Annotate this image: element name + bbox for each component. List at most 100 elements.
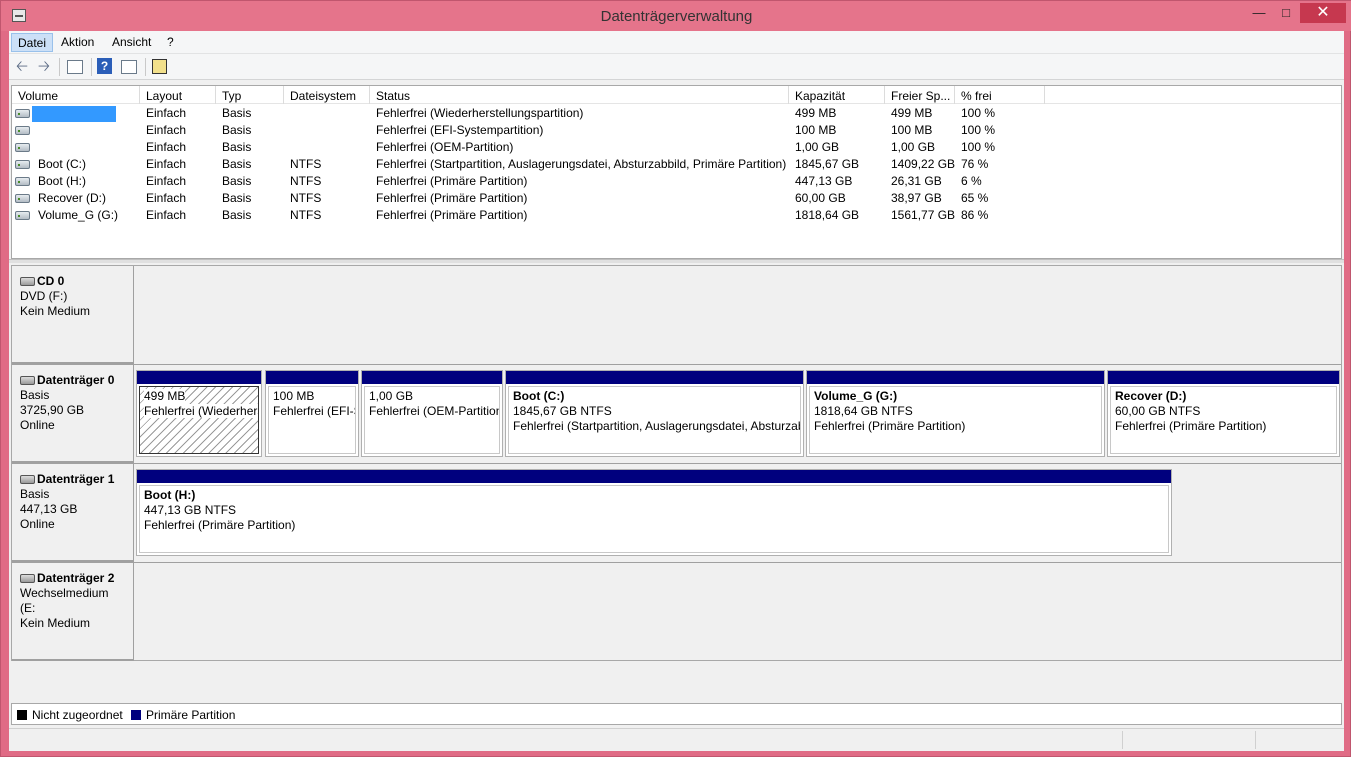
client-area: Datei Aktion Ansicht ? 🡠 🡢 ? Volume Layo… <box>9 31 1344 751</box>
volume-icon <box>15 143 30 152</box>
disk-label-d1[interactable]: Datenträger 1 Basis 447,13 GB Online <box>12 464 134 562</box>
disk-name: CD 0 <box>37 274 65 288</box>
cell-kapazitaet: 1818,64 GB <box>795 208 860 222</box>
volume-icon <box>15 194 30 203</box>
table-row[interactable]: Boot (C:) Einfach Basis NTFS Fehlerfrei (Sta… <box>12 156 1341 173</box>
column-header: Volume Layout Typ Dateisystem Status Kap… <box>12 86 1341 104</box>
disk-size: 3725,90 GB <box>20 403 85 417</box>
disk-label-d2[interactable]: Datenträger 2 Wechselmedium (E: Kein Med… <box>12 563 134 661</box>
cell-layout: Einfach <box>146 123 187 137</box>
cell-prozent-frei: 6 % <box>961 174 982 188</box>
cell-typ: Basis <box>222 140 252 154</box>
cell-typ: Basis <box>222 208 252 222</box>
minimize-button[interactable]: — <box>1246 3 1272 23</box>
hard-disk-icon <box>20 475 35 484</box>
hard-disk-icon <box>20 376 35 385</box>
cell-volume: Recover (D:) <box>38 191 107 205</box>
cell-layout: Einfach <box>146 140 187 154</box>
cell-status: Fehlerfrei (Startpartition, Auslagerungs… <box>376 157 787 171</box>
disk1-partitions: Boot (H:) 447,13 GB NTFS Fehlerfrei (Primä… <box>136 464 1176 560</box>
disk-type: DVD (F:) <box>20 289 68 303</box>
partition-volume-g[interactable]: Volume_G (G:) 1818,64 GB NTFS Fehlerfrei (… <box>806 370 1105 457</box>
close-button[interactable]: ✕ <box>1300 3 1346 23</box>
col-dateisystem[interactable]: Dateisystem <box>284 86 370 104</box>
cell-prozent-frei: 76 % <box>961 157 989 171</box>
maximize-button[interactable]: □ <box>1273 3 1299 23</box>
table-row[interactable]: Einfach Basis Fehlerfrei (Wiederherstellun… <box>12 105 1341 122</box>
cell-status: Fehlerfrei (Wiederherstellungspartition) <box>376 106 584 120</box>
menu-bar: Datei Aktion Ansicht ? <box>9 31 1344 53</box>
col-typ[interactable]: Typ <box>216 86 284 104</box>
menu-datei[interactable]: Datei <box>11 33 54 52</box>
cell-volume: Volume_G (G:) <box>38 208 119 222</box>
cell-typ: Basis <box>222 123 252 137</box>
volume-icon <box>15 160 30 169</box>
cell-dateisystem: NTFS <box>290 174 322 188</box>
col-volume[interactable]: Volume <box>12 86 140 104</box>
back-arrow-icon[interactable]: 🡠 <box>13 58 31 76</box>
cell-status: Fehlerfrei (Primäre Partition) <box>376 191 528 205</box>
title-bar[interactable]: Datenträgerverwaltung — □ ✕ <box>1 1 1351 31</box>
table-row[interactable]: Volume_G (G:) Einfach Basis NTFS Fehlerfrei … <box>12 207 1341 224</box>
cell-freier-speicher: 26,31 GB <box>891 174 942 188</box>
col-status[interactable]: Status <box>370 86 789 104</box>
menu-ansicht[interactable]: Ansicht <box>106 33 157 52</box>
settings-icon[interactable] <box>152 59 167 74</box>
disk-name: Datenträger 0 <box>37 373 115 387</box>
cell-volume: Boot (C:) <box>38 157 87 171</box>
table-row[interactable]: Boot (H:) Einfach Basis NTFS Fehlerfrei (Pri… <box>12 173 1341 190</box>
cell-typ: Basis <box>222 157 252 171</box>
legend-swatch-primary <box>131 710 141 720</box>
cell-status: Fehlerfrei (EFI-Systempartition) <box>376 123 544 137</box>
partition-recovery[interactable]: 499 MB Fehlerfrei (Wiederhers <box>136 370 262 457</box>
legend-unallocated: Nicht zugeordnet <box>32 708 123 722</box>
legend-swatch-unallocated <box>17 710 27 720</box>
cell-freier-speicher: 1,00 GB <box>891 140 936 154</box>
table-row[interactable]: Recover (D:) Einfach Basis NTFS Fehlerfrei (… <box>12 190 1341 207</box>
col-layout[interactable]: Layout <box>140 86 216 104</box>
disk-type: Wechselmedium (E: <box>20 586 109 615</box>
cell-freier-speicher: 499 MB <box>891 106 933 120</box>
cell-dateisystem: NTFS <box>290 191 322 205</box>
cell-freier-speicher: 1409,22 GB <box>891 157 955 171</box>
col-kapazitaet[interactable]: Kapazität <box>789 86 885 104</box>
properties-icon[interactable] <box>67 60 83 74</box>
forward-arrow-icon[interactable]: 🡢 <box>35 58 53 76</box>
cell-typ: Basis <box>222 174 252 188</box>
help-icon[interactable]: ? <box>97 58 112 74</box>
cell-prozent-frei: 100 % <box>961 106 996 120</box>
disk-status: Kein Medium <box>20 616 91 630</box>
col-freier-speicher[interactable]: Freier Sp... <box>885 86 955 104</box>
pane-splitter[interactable] <box>9 259 1344 263</box>
volume-list: Volume Layout Typ Dateisystem Status Kap… <box>11 85 1342 259</box>
cell-kapazitaet: 1,00 GB <box>795 140 840 154</box>
status-bar <box>9 728 1344 750</box>
cell-status: Fehlerfrei (Primäre Partition) <box>376 208 528 222</box>
menu-help[interactable]: ? <box>161 33 180 52</box>
table-row[interactable]: Einfach Basis Fehlerfrei (EFI-Systempartit… <box>12 122 1341 139</box>
volume-icon <box>15 109 30 118</box>
table-row[interactable]: Einfach Basis Fehlerfrei (OEM-Partition) 1,… <box>12 139 1341 156</box>
cell-prozent-frei: 100 % <box>961 140 996 154</box>
cell-dateisystem <box>284 123 370 139</box>
cell-typ: Basis <box>222 106 252 120</box>
menu-aktion[interactable]: Aktion <box>55 33 100 52</box>
disk-label-d0[interactable]: Datenträger 0 Basis 3725,90 GB Online <box>12 365 134 463</box>
cell-volume <box>32 123 140 139</box>
partition-oem[interactable]: 1,00 GB Fehlerfrei (OEM-Partition <box>361 370 503 457</box>
partition-efi[interactable]: 100 MB Fehlerfrei (EFI-S <box>265 370 359 457</box>
partition-boot-h[interactable]: Boot (H:) 447,13 GB NTFS Fehlerfrei (Primä… <box>136 469 1172 556</box>
partition-boot-c[interactable]: Boot (C:) 1845,67 GB NTFS Fehlerfrei (Star… <box>505 370 804 457</box>
toolbar: 🡠 🡢 ? <box>9 53 1344 80</box>
removable-drive-icon <box>20 574 35 583</box>
disk0-partitions: 499 MB Fehlerfrei (Wiederhers 100 MB Fehle… <box>136 365 1341 461</box>
disk-label-cd0[interactable]: CD 0 DVD (F:) Kein Medium <box>12 266 134 364</box>
partition-recover-d[interactable]: Recover (D:) 60,00 GB NTFS Fehlerfrei (Pri… <box>1107 370 1340 457</box>
cell-freier-speicher: 38,97 GB <box>891 191 942 205</box>
cell-volume <box>32 106 116 122</box>
cell-dateisystem <box>284 140 370 156</box>
cell-prozent-frei: 100 % <box>961 123 996 137</box>
disk-size: 447,13 GB <box>20 502 78 516</box>
col-prozent-frei[interactable]: % frei <box>955 86 1045 104</box>
show-hide-pane-icon[interactable] <box>121 60 137 74</box>
